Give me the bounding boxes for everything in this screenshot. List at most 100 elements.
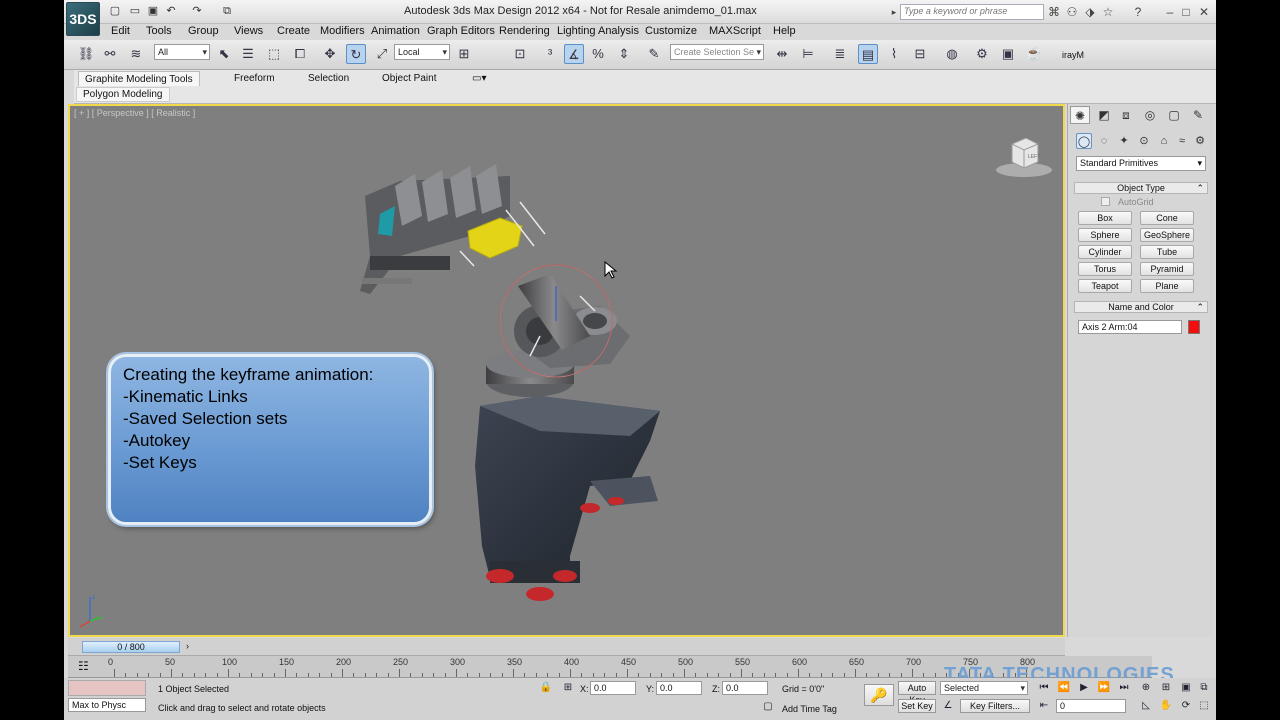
menu-create[interactable]: Create [277,24,310,39]
render-setup-icon[interactable]: ⚙ [972,44,992,64]
zoom-all-icon[interactable]: ⊞ [1158,681,1174,695]
percent-snap-icon[interactable]: % [588,44,608,64]
bind-spacewarp-icon[interactable]: ≋ [126,44,146,64]
scale-icon[interactable]: ⤢ [372,44,392,64]
helpers-icon[interactable]: ⌂ [1156,133,1172,149]
hierarchy-tab-icon[interactable]: ⧈ [1116,106,1136,124]
lights-icon[interactable]: ✦ [1116,133,1132,149]
z-coordinate-field[interactable]: 0.0 [722,681,768,695]
application-button[interactable]: 3DS [66,2,100,36]
help-icon[interactable]: ? [1130,4,1146,20]
robot-base[interactable] [475,350,660,601]
plane-button[interactable]: Plane [1140,279,1194,293]
tab-object-paint[interactable]: Object Paint [376,71,442,86]
reference-coordinate-dropdown[interactable]: Local [394,44,450,60]
pivot-center-icon[interactable]: ⊞ [454,44,474,64]
menu-animation[interactable]: Animation [371,24,420,39]
align-icon[interactable]: ⊨ [798,44,818,64]
close-icon[interactable]: ✕ [1196,4,1212,20]
object-name-field[interactable]: Axis 2 Arm:04 [1078,320,1182,334]
go-to-start-icon[interactable]: ⏮ [1036,681,1052,695]
current-frame-field[interactable]: 0 [1056,699,1126,713]
edit-named-selection-icon[interactable]: ✎ [644,44,664,64]
panel-polygon-modeling[interactable]: Polygon Modeling [76,87,170,102]
tab-freeform[interactable]: Freeform [228,71,281,86]
systems-icon[interactable]: ⚙ [1192,133,1208,149]
subscription-icon[interactable]: ⚇ [1064,4,1080,20]
perspective-viewport[interactable]: [ + ] [ Perspective ] [ Realistic ] LEFT… [68,104,1065,637]
torus-button[interactable]: Torus [1078,262,1132,276]
modify-tab-icon[interactable]: ◩ [1094,106,1114,124]
go-to-end-icon[interactable]: ⏭ [1116,681,1132,695]
collapse-icon[interactable]: ⌃ [1196,183,1204,193]
zoom-icon[interactable]: ⊕ [1138,681,1154,695]
zoom-extents-all-icon[interactable]: ⧉ [1196,681,1212,695]
cylinder-button[interactable]: Cylinder [1078,245,1132,259]
next-frame-icon[interactable]: ⏩ [1096,681,1112,695]
pyramid-button[interactable]: Pyramid [1140,262,1194,276]
menu-maxscript[interactable]: MAXScript [709,24,761,39]
cameras-icon[interactable]: ⊙ [1136,133,1152,149]
graphite-toggle-icon[interactable]: ▤ [858,44,878,64]
menu-lighting-analysis[interactable]: Lighting Analysis [557,24,639,39]
save-icon[interactable]: ▣ [146,4,160,18]
rectangular-selection-icon[interactable]: ⬚ [264,44,284,64]
spinner-snap-icon[interactable]: ⇕ [614,44,634,64]
menu-edit[interactable]: Edit [111,24,130,39]
curve-editor-icon[interactable]: ⌇ [884,44,904,64]
motion-tab-icon[interactable]: ◎ [1140,106,1160,124]
play-icon[interactable]: ▶ [1076,681,1092,695]
box-button[interactable]: Box [1078,211,1132,225]
select-object-icon[interactable]: ⬉ [214,44,234,64]
name-color-rollout-header[interactable]: Name and Color ⌃ [1074,301,1208,313]
maxscript-listener-field[interactable] [68,680,146,696]
tube-button[interactable]: Tube [1140,245,1194,259]
snaps-toggle-icon[interactable]: ³ [540,44,560,64]
lock-selection-icon[interactable]: 🔒 [538,681,554,695]
time-slider[interactable]: 0 / 800 › [68,638,1065,656]
selection-filter-dropdown[interactable]: All [154,44,210,60]
autogrid-checkbox[interactable]: AutoGrid [1101,197,1154,207]
link-icon[interactable]: ⛓ [76,44,96,64]
shapes-icon[interactable]: ◌ [1096,133,1112,149]
sphere-button[interactable]: Sphere [1078,228,1132,242]
orbit-icon[interactable]: ⟳ [1178,699,1194,713]
cone-button[interactable]: Cone [1140,211,1194,225]
menu-rendering[interactable]: Rendering [499,24,550,39]
collapse-icon[interactable]: ⌃ [1196,302,1204,312]
material-editor-icon[interactable]: ◍ [942,44,962,64]
viewcube[interactable]: LEFT [994,132,1054,178]
set-key-button[interactable]: Set Key [898,699,936,713]
schematic-view-icon[interactable]: ⊟ [910,44,930,64]
search-input[interactable]: Type a keyword or phrase [900,4,1044,20]
auto-key-button[interactable]: Auto Key [898,681,936,705]
select-and-manipulate-icon[interactable]: ⊡ [510,44,530,64]
geosphere-button[interactable]: GeoSphere [1140,228,1194,242]
open-icon[interactable]: ▭ [128,4,142,18]
primitive-category-dropdown[interactable]: Standard Primitives [1076,156,1206,171]
communication-center-icon[interactable]: ⬗ [1082,4,1098,20]
key-mode-toggle-icon[interactable]: ⇤ [1036,699,1052,713]
menu-customize[interactable]: Customize [645,24,697,39]
undo-icon[interactable]: ↶ [164,4,178,18]
render-teapot-icon[interactable]: ☕ [1024,44,1044,64]
field-of-view-icon[interactable]: ◺ [1138,699,1154,713]
display-tab-icon[interactable]: ▢ [1164,106,1184,124]
minimize-icon[interactable]: – [1162,4,1178,20]
key-filters-button[interactable]: Key Filters... [960,699,1030,713]
y-coordinate-field[interactable]: 0.0 [656,681,702,695]
menu-views[interactable]: Views [234,24,263,39]
mirror-icon[interactable]: ⇹ [772,44,792,64]
maximize-viewport-icon[interactable]: ⬚ [1196,699,1212,713]
angle-snap-icon[interactable]: ∡ [564,44,584,64]
mini-curve-editor-icon[interactable]: ☷ [78,659,89,673]
tab-selection[interactable]: Selection [302,71,355,86]
project-folder-icon[interactable]: ⧉ [220,4,234,18]
menu-graph-editors[interactable]: Graph Editors [427,24,495,39]
tab-graphite-modeling-tools[interactable]: Graphite Modeling Tools [78,71,200,86]
redo-icon[interactable]: ↷ [190,4,204,18]
menu-tools[interactable]: Tools [146,24,172,39]
teapot-button[interactable]: Teapot [1078,279,1132,293]
binoculars-icon[interactable]: ⌘ [1046,4,1062,20]
new-icon[interactable]: ▢ [108,4,122,18]
